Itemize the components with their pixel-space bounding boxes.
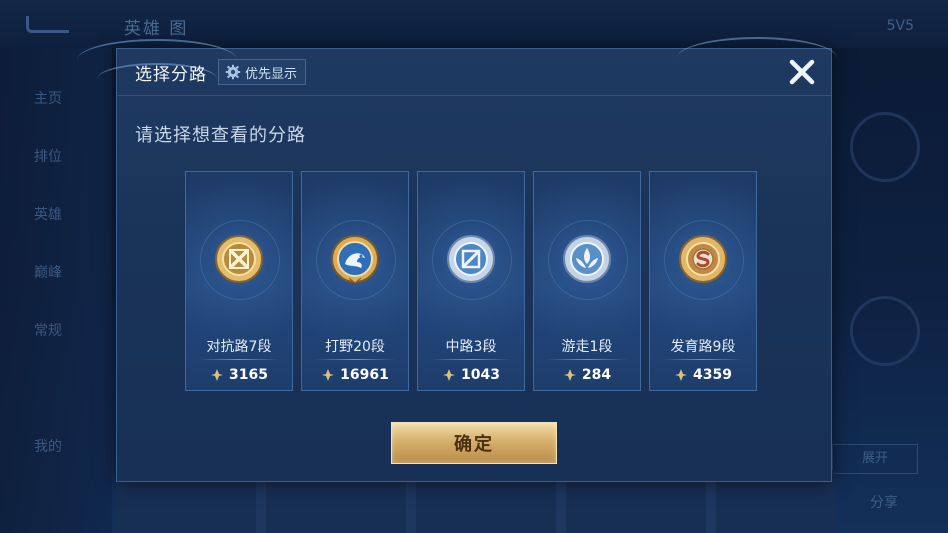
- lane-score-value: 16961: [340, 367, 389, 383]
- mid-lane-badge-icon: [447, 235, 495, 283]
- lane-prompt: 请选择想查看的分路: [135, 125, 306, 146]
- lane-label: 游走1段: [561, 339, 613, 355]
- background-sidebar-item: 巅峰: [34, 265, 62, 281]
- farm-lane-badge-icon: [679, 235, 727, 283]
- lane-label: 中路3段: [445, 339, 497, 355]
- background-badge-icon: [850, 112, 920, 182]
- background-expand-button: 展开: [832, 444, 918, 474]
- lane-card-farm[interactable]: 发育路9段 4359: [649, 171, 757, 391]
- lane-card-jungle[interactable]: 打野20段 16961: [301, 171, 409, 391]
- lane-card-list: 对抗路7段 3165 打野20段 16961 中路3段 1043 游走1段 28…: [185, 171, 757, 391]
- background-sidebar-item: 英雄: [34, 207, 62, 223]
- power-score-icon: [563, 369, 576, 381]
- lane-score: 16961: [302, 367, 408, 383]
- lane-label: 对抗路7段: [206, 339, 272, 355]
- lane-select-dialog: 选择分路 优先显示 请选择想查看的分路 对抗路7段 3165 打野20段 169…: [77, 37, 837, 482]
- priority-display-label: 优先显示: [245, 66, 298, 82]
- background-sidebar-item: 排位: [34, 149, 62, 165]
- clash-lane-badge-icon: [215, 235, 263, 283]
- card-divider: [430, 359, 512, 360]
- priority-display-button[interactable]: 优先显示: [218, 59, 307, 85]
- roam-badge-icon: [563, 235, 611, 283]
- background-sidebar-item: 主页: [34, 91, 62, 107]
- card-divider: [662, 359, 744, 360]
- gear-icon: [225, 64, 241, 80]
- background-sidebar-item: 我的: [34, 439, 62, 455]
- lane-score-value: 4359: [693, 367, 732, 383]
- close-icon: [789, 59, 815, 85]
- lane-score: 3165: [186, 367, 292, 383]
- lane-score: 4359: [650, 367, 756, 383]
- power-score-icon: [211, 369, 224, 381]
- card-divider: [546, 359, 628, 360]
- lane-card-clash[interactable]: 对抗路7段 3165: [185, 171, 293, 391]
- lane-score-value: 3165: [229, 367, 268, 383]
- lane-card-roam[interactable]: 游走1段 284: [533, 171, 641, 391]
- power-score-icon: [322, 369, 335, 381]
- background-sidebar: [0, 48, 112, 533]
- background-title: 英雄 图: [124, 19, 189, 39]
- close-button[interactable]: [785, 55, 819, 89]
- dialog-title: 选择分路: [135, 65, 207, 85]
- power-score-icon: [443, 369, 456, 381]
- power-score-icon: [675, 369, 688, 381]
- card-divider: [314, 359, 396, 360]
- background-mode-label: 5V5: [886, 18, 914, 34]
- confirm-button[interactable]: 确定: [391, 422, 557, 464]
- lane-score: 1043: [418, 367, 524, 383]
- lane-label: 打野20段: [325, 339, 385, 355]
- lane-score: 284: [534, 367, 640, 383]
- lane-label: 发育路9段: [670, 339, 736, 355]
- lane-score-value: 1043: [461, 367, 500, 383]
- lane-score-value: 284: [581, 367, 612, 383]
- background-share-label: 分享: [870, 495, 898, 511]
- background-sidebar-item: 常规: [34, 323, 62, 339]
- card-divider: [198, 359, 280, 360]
- back-arrow-icon: [26, 16, 69, 33]
- background-badge-icon: [850, 296, 920, 366]
- dialog-header: 选择分路 优先显示: [117, 49, 831, 96]
- jungle-dragon-badge-icon: [331, 235, 379, 284]
- lane-card-mid[interactable]: 中路3段 1043: [417, 171, 525, 391]
